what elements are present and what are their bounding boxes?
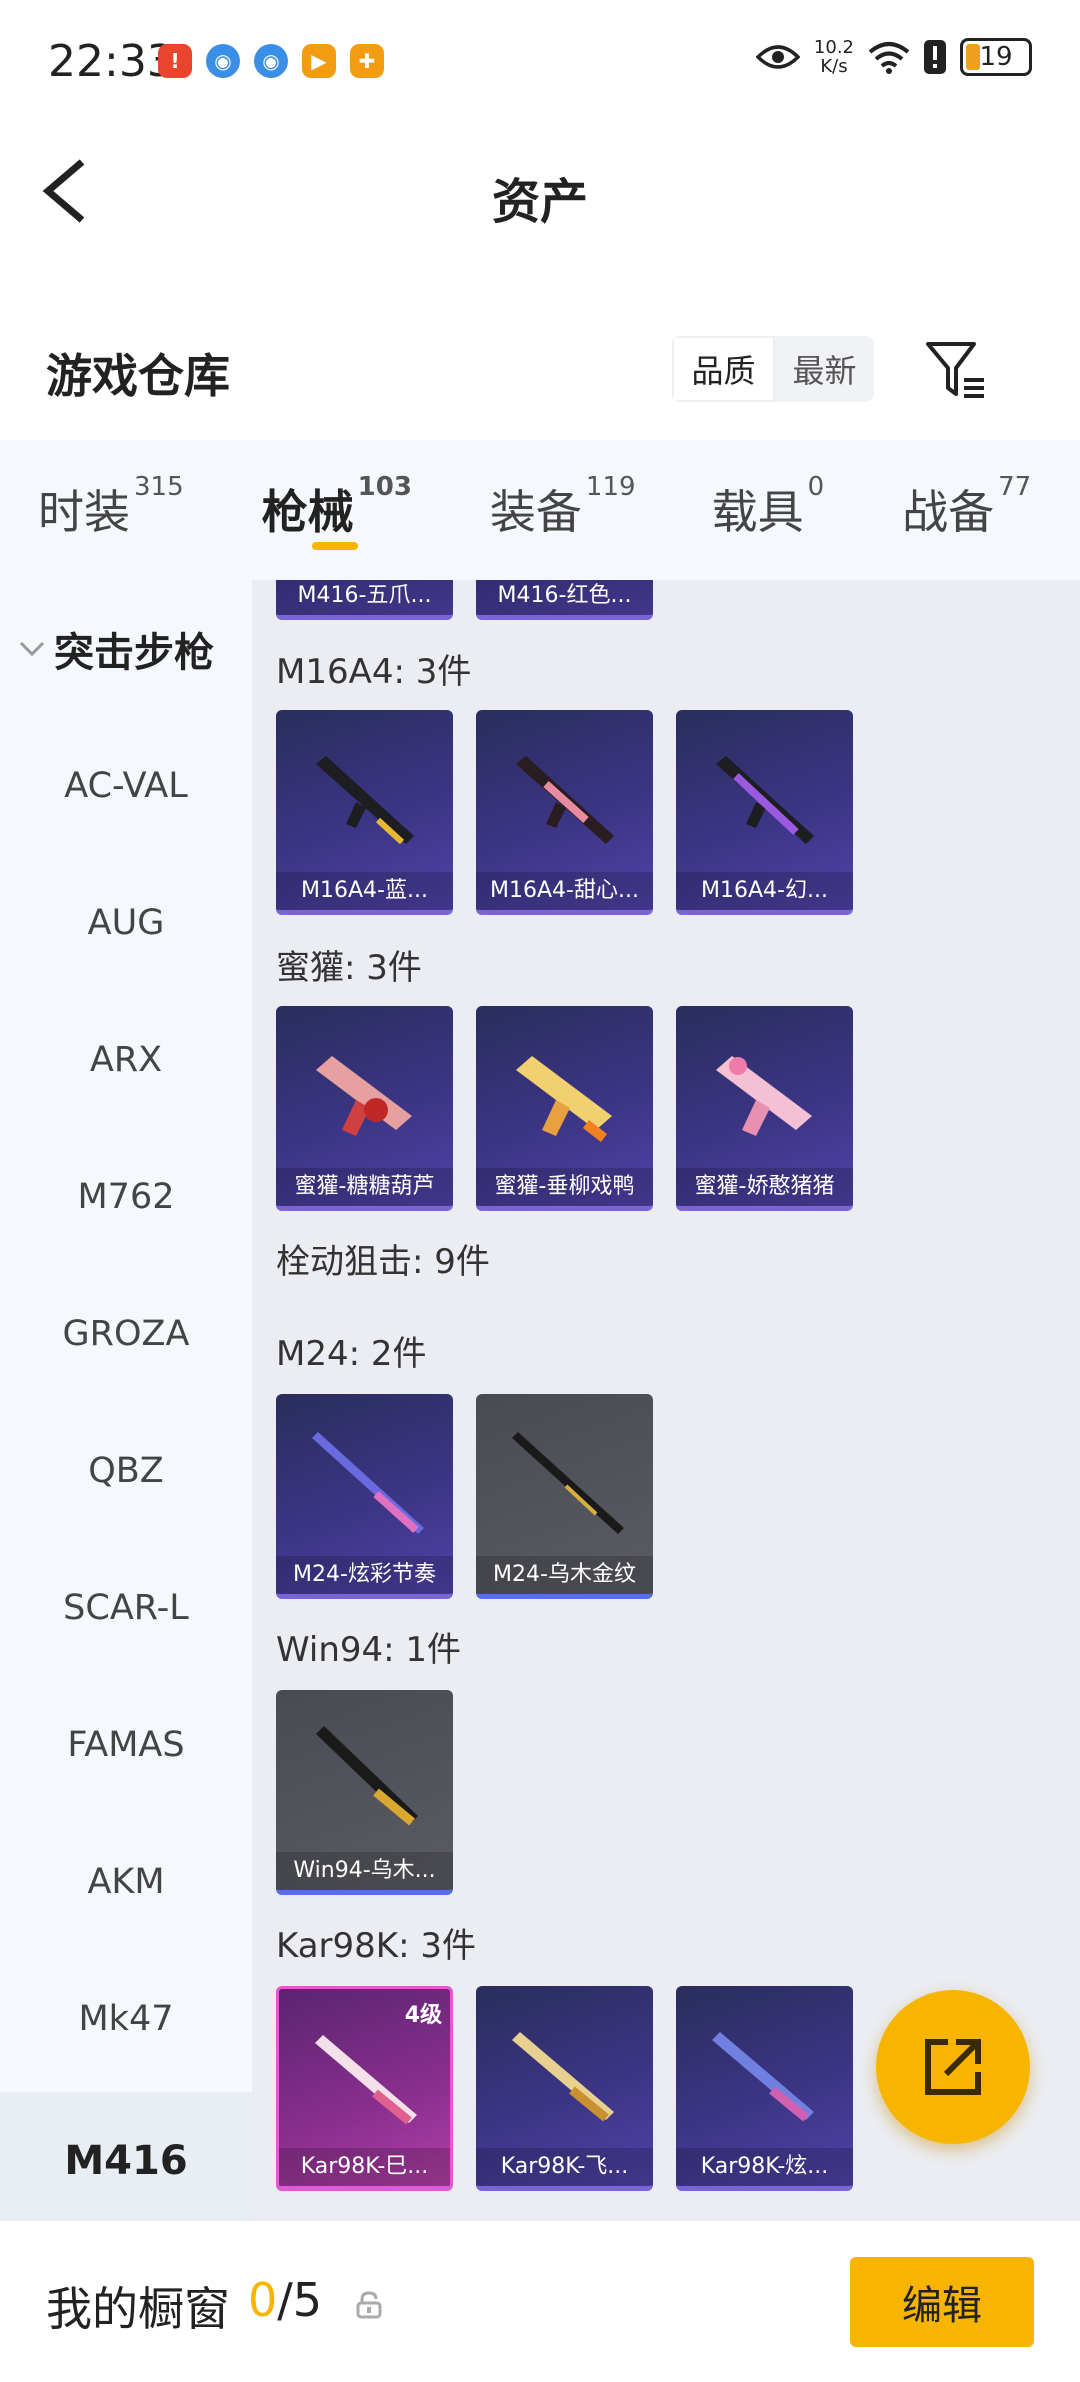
tab-vehicles[interactable]: 载具 0 xyxy=(712,440,825,580)
net-speed: 10.2 K/s xyxy=(813,37,854,77)
weapon-card[interactable]: M416-五爪... xyxy=(276,580,453,620)
wifi-icon xyxy=(868,42,910,74)
status-indicators: 10.2 K/s 19 xyxy=(755,37,1032,77)
tab-supplies[interactable]: 战备 77 xyxy=(902,440,1031,580)
weapon-card[interactable]: M24-乌木金纹 xyxy=(476,1394,653,1599)
alert-icon xyxy=(924,40,946,74)
sniper-image xyxy=(512,1432,624,1534)
tab-equipment[interactable]: 装备 119 xyxy=(490,440,636,580)
weapon-group-label: M16A4: 3件 xyxy=(276,652,472,692)
sort-toggle: 品质 最新 xyxy=(672,336,874,402)
sidebar-item-arx[interactable]: ARX xyxy=(0,1040,252,1080)
weapon-card[interactable]: M24-炫彩节奏 xyxy=(276,1394,453,1599)
eye-icon xyxy=(755,45,800,69)
blue-browser-icon: ◉ xyxy=(254,44,288,78)
showcase-count: 0/5 xyxy=(248,2273,323,2327)
share-external-icon xyxy=(925,2039,981,2095)
blue-browser-icon: ◉ xyxy=(206,44,240,78)
sniper-image xyxy=(312,1432,424,1534)
warehouse-title: 游戏仓库 xyxy=(46,349,230,403)
edit-button[interactable]: 编辑 xyxy=(850,2257,1034,2347)
app-header: 资产 xyxy=(0,126,1080,252)
notification-red-icon: ! xyxy=(158,44,192,78)
sidebar-item-qbz[interactable]: QBZ xyxy=(0,1451,252,1491)
sidebar-group-assault-rifles[interactable]: 突击步枪 xyxy=(18,620,214,678)
sniper-image xyxy=(512,2032,614,2122)
showcase-label: 我的橱窗 xyxy=(46,2282,230,2336)
weapon-card[interactable]: 4级 Kar98K-巳... xyxy=(276,1986,453,2191)
weapon-card[interactable]: M16A4-甜心... xyxy=(476,710,653,915)
weapon-card[interactable]: M16A4-幻... xyxy=(676,710,853,915)
status-time: 22:33 xyxy=(48,36,175,87)
weapon-card[interactable]: M416-红色... xyxy=(476,580,653,620)
sidebar-item-akm[interactable]: AKM xyxy=(0,1862,252,1902)
orange-game-icon: ✚ xyxy=(350,44,384,78)
weapon-group-label: Win94: 1件 xyxy=(276,1630,462,1670)
weapon-card[interactable]: 蜜獾-糖糖葫芦 xyxy=(276,1006,453,1211)
smg-image xyxy=(316,1056,412,1136)
warehouse-header: 游戏仓库 品质 最新 xyxy=(0,300,1080,440)
weapon-type-sidebar: 突击步枪 AC-VAL AUG ARX M762 GROZA QBZ SCAR-… xyxy=(0,580,252,2230)
sort-quality-button[interactable]: 品质 xyxy=(672,336,775,402)
weapon-card[interactable]: M16A4-蓝... xyxy=(276,710,453,915)
sidebar-item-scar-l[interactable]: SCAR-L xyxy=(0,1588,252,1628)
weapon-group-label: 蜜獾: 3件 xyxy=(276,948,422,988)
weapon-card[interactable]: Kar98K-炫... xyxy=(676,1986,853,2191)
weapon-group-label: Kar98K: 3件 xyxy=(276,1926,476,1966)
weapon-card[interactable]: 蜜獾-垂柳戏鸭 xyxy=(476,1006,653,1211)
weapon-card[interactable]: 蜜獾-娇憨猪猪 xyxy=(676,1006,853,1211)
active-tab-indicator xyxy=(311,542,358,550)
share-button[interactable] xyxy=(876,1990,1030,2144)
category-tabs: 时装 315 枪械 103 装备 119 载具 0 战备 77 xyxy=(0,440,1080,580)
filter-icon[interactable] xyxy=(924,338,988,402)
rifle-image xyxy=(716,756,814,844)
weapon-list: M416-五爪... M416-红色... M16A4: 3件 M16A4-蓝.… xyxy=(252,580,1080,2220)
rifle-image xyxy=(516,756,614,844)
sniper-image xyxy=(712,2032,814,2122)
smg-image xyxy=(516,1056,612,1142)
rifle-image xyxy=(316,1726,418,1826)
weapon-card[interactable]: Win94-乌木... xyxy=(276,1690,453,1895)
battery-icon: 19 xyxy=(960,38,1032,76)
status-app-icons: ! ◉ ◉ ▶ ✚ xyxy=(158,44,384,78)
sort-newest-button[interactable]: 最新 xyxy=(775,336,874,402)
sidebar-item-mk47[interactable]: Mk47 xyxy=(0,1999,252,2039)
smg-image xyxy=(716,1056,812,1136)
lock-icon xyxy=(356,2291,382,2319)
sidebar-item-m416[interactable]: M416 xyxy=(0,2092,252,2230)
weapon-card[interactable]: Kar98K-飞... xyxy=(476,1986,653,2191)
page-title: 资产 xyxy=(491,174,588,230)
weapon-group-label: M24: 2件 xyxy=(276,1334,427,1374)
tab-fashion[interactable]: 时装 315 xyxy=(38,440,184,580)
sidebar-item-aug[interactable]: AUG xyxy=(0,903,252,943)
weapon-group-label: 栓动狙击: 9件 xyxy=(276,1242,490,1282)
orange-video-icon: ▶ xyxy=(302,44,336,78)
tab-guns[interactable]: 枪械 103 xyxy=(262,440,412,580)
sidebar-item-famas[interactable]: FAMAS xyxy=(0,1725,252,1765)
showcase-bar: 我的橱窗 0/5 编辑 xyxy=(0,2220,1080,2382)
sidebar-item-groza[interactable]: GROZA xyxy=(0,1314,252,1354)
sidebar-item-ac-val[interactable]: AC-VAL xyxy=(0,766,252,806)
sidebar-item-m762[interactable]: M762 xyxy=(0,1177,252,1217)
chevron-down-icon xyxy=(19,641,45,657)
status-bar: 22:33 ! ◉ ◉ ▶ ✚ 10.2 K/s 19 xyxy=(0,0,1080,126)
rifle-image xyxy=(316,756,414,845)
